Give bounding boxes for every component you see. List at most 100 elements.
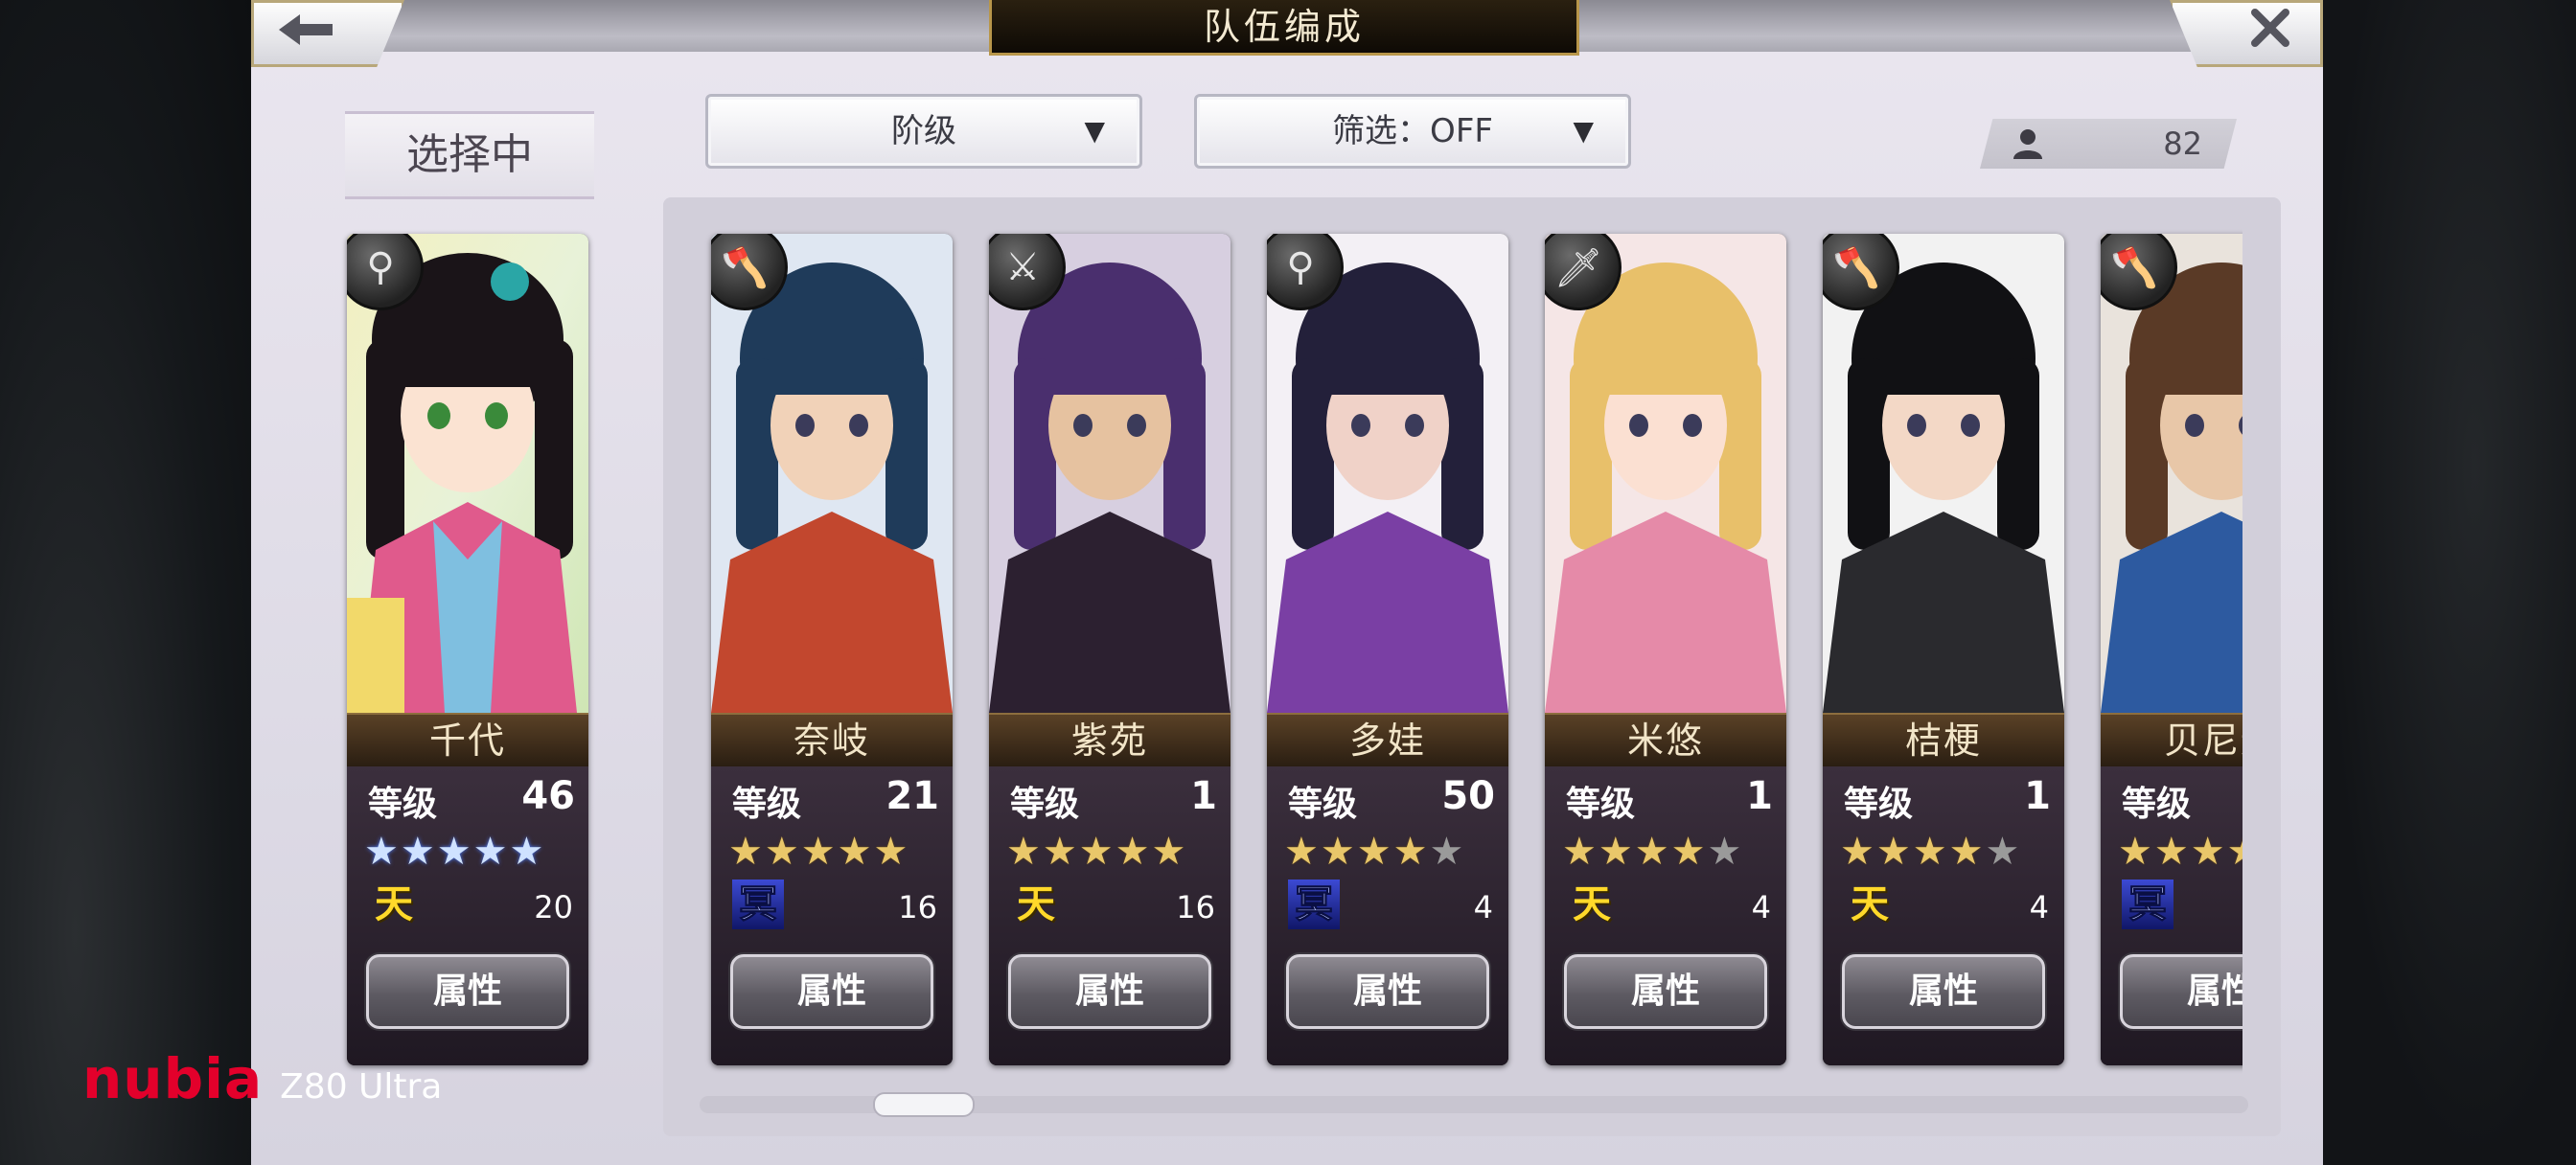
star-icon: ★ (2118, 830, 2152, 874)
star-icon: ★ (1284, 830, 1319, 874)
roster-count: 82 (1980, 119, 2237, 169)
star-icon: ★ (1707, 830, 1742, 874)
star-icon: ★ (1429, 830, 1464, 874)
rank-badge: 天 (1851, 882, 1889, 926)
star-icon: ★ (1356, 830, 1392, 874)
star-icon: ★ (400, 830, 435, 874)
cost-value: 4 (1751, 889, 1771, 925)
star-icon: ★ (2227, 830, 2242, 874)
roster-list[interactable]: 🪓 奈岐 等级 21 ★ ★ ★ ★ ★ 冥 16 属性 ⚔ 紫苑 等级 1 ★… (663, 197, 2242, 1088)
level-value: 1 (1190, 774, 1217, 818)
character-card[interactable]: 🪓 桔梗 等级 1 ★ ★ ★ ★ ★ 天 4 属性 (1823, 234, 2064, 1065)
level-label: 等级 (2122, 785, 2192, 824)
person-icon (2013, 129, 2042, 159)
rank-badge: 天 (375, 882, 413, 926)
level-value: 21 (886, 774, 939, 818)
arrow-left-icon (275, 7, 336, 60)
filter-dropdown[interactable]: 筛选：OFF ▼ (1194, 94, 1631, 169)
character-card[interactable]: ⚔ 紫苑 等级 1 ★ ★ ★ ★ ★ 天 16 属性 (989, 234, 1230, 1065)
cost-value: 16 (898, 889, 937, 925)
character-card[interactable]: ⚲ 多娃 等级 50 ★ ★ ★ ★ ★ 冥 4 属性 (1267, 234, 1508, 1065)
close-icon (2249, 7, 2291, 60)
star-icon: ★ (1392, 830, 1428, 874)
device-model: Z80 Ultra (280, 1067, 443, 1107)
attribute-button[interactable]: 属性 (2120, 954, 2242, 1029)
attribute-button[interactable]: 属性 (1286, 954, 1489, 1029)
star-icon: ★ (1634, 830, 1669, 874)
star-icon: ★ (2190, 830, 2225, 874)
star-icon: ★ (800, 830, 836, 874)
selected-character-card[interactable]: ⚲ 唤下 千代 等级 46 ★★★★★ 天 20 属性 (347, 234, 588, 1065)
character-name: 多娃 (1267, 713, 1508, 768)
character-stats: 等级 46 ★ ★ ★ ★ ★ 天 20 属性 (347, 766, 588, 1065)
character-name: 贝尼迪 (2101, 713, 2242, 768)
star-icon: ★ (1948, 830, 1984, 874)
star-icon: ★ (1151, 830, 1186, 874)
sort-dropdown[interactable]: 阶级 ▼ (705, 94, 1142, 169)
cost-value: 20 (534, 889, 573, 925)
star-icon: ★ (1320, 830, 1355, 874)
level-value: 1 (1746, 774, 1773, 818)
roster-count-value: 82 (2163, 126, 2202, 162)
star-icon: ★ (1562, 830, 1597, 874)
level-value: 1 (2024, 774, 2051, 818)
character-stats: 等级 ★★★★★ 冥 属性 (2101, 766, 2242, 1065)
filter-dropdown-label: 筛选：OFF (1332, 112, 1493, 150)
rank-badge: 冥 (732, 879, 784, 929)
star-icon: ★ (873, 830, 908, 874)
star-icon: ★ (1840, 830, 1874, 874)
character-card[interactable]: 🪓 奈岐 等级 21 ★ ★ ★ ★ ★ 冥 16 属性 (711, 234, 953, 1065)
device-watermark: nubia Z80 Ultra (82, 1046, 442, 1111)
star-icon: ★ (1115, 830, 1150, 874)
star-icon: ★ (764, 830, 799, 874)
right-background (2323, 0, 2576, 1165)
level-value: 46 (521, 774, 575, 818)
star-icon: ★ (1985, 830, 2020, 874)
attribute-button[interactable]: 属性 (730, 954, 933, 1029)
star-icon: ★ (1598, 830, 1633, 874)
star-icon: ★ (436, 830, 472, 874)
character-stats: 等级 1 ★ ★ ★ ★ ★ 天 4 属性 (1823, 766, 2064, 1065)
star-icon: ★ (1670, 830, 1706, 874)
character-card[interactable]: 🗡 米悠 等级 1 ★ ★ ★ ★ ★ 天 4 属性 (1545, 234, 1786, 1065)
attribute-button[interactable]: 属性 (1564, 954, 1767, 1029)
star-icon: ★ (1875, 830, 1911, 874)
character-name: 紫苑 (989, 713, 1230, 768)
character-stats: 等级 1 ★ ★ ★ ★ ★ 天 4 属性 (1545, 766, 1786, 1065)
star-icon: ★ (509, 830, 544, 874)
character-name: 桔梗 (1823, 713, 2064, 768)
star-icon: ★ (1912, 830, 1947, 874)
level-label: 等级 (1010, 785, 1080, 824)
rank-badge: 天 (1573, 882, 1611, 926)
rank-badge: 冥 (2122, 879, 2174, 929)
rank-badge: 天 (1017, 882, 1055, 926)
character-stats: 等级 21 ★ ★ ★ ★ ★ 冥 16 属性 (711, 766, 953, 1065)
scrollbar-thumb[interactable] (873, 1092, 976, 1117)
cost-value: 4 (1473, 889, 1493, 925)
attribute-button[interactable]: 属性 (1008, 954, 1211, 1029)
character-stats: 等级 50 ★ ★ ★ ★ ★ 冥 4 属性 (1267, 766, 1508, 1065)
rank-badge: 冥 (1288, 879, 1340, 929)
attribute-button[interactable]: 属性 (366, 954, 569, 1029)
attribute-button[interactable]: 属性 (1842, 954, 2045, 1029)
page-title: 队伍编成 (989, 0, 1579, 56)
brand-logo: nubia (82, 1046, 264, 1111)
star-icon: ★ (2153, 830, 2189, 874)
star-rating: ★★★★★ (1840, 830, 2019, 874)
star-icon: ★ (472, 830, 508, 874)
level-label: 等级 (1844, 785, 1914, 824)
character-name: 奈岐 (711, 713, 953, 768)
sort-dropdown-label: 阶级 (891, 112, 956, 150)
chevron-down-icon: ▼ (1084, 115, 1105, 147)
star-icon: ★ (1078, 830, 1114, 874)
character-stats: 等级 1 ★ ★ ★ ★ ★ 天 16 属性 (989, 766, 1230, 1065)
character-name: 千代 (347, 713, 588, 768)
character-card[interactable]: 🪓 贝尼迪 等级 ★★★★★ 冥 属性 (2101, 234, 2242, 1065)
star-rating: ★★★★★ (728, 830, 908, 874)
star-rating: ★★★★★ (2118, 830, 2242, 874)
star-icon: ★ (728, 830, 763, 874)
selecting-label: 选择中 (345, 111, 594, 199)
character-name: 米悠 (1545, 713, 1786, 768)
star-rating: ★★★★★ (364, 830, 543, 874)
level-label: 等级 (1288, 785, 1358, 824)
